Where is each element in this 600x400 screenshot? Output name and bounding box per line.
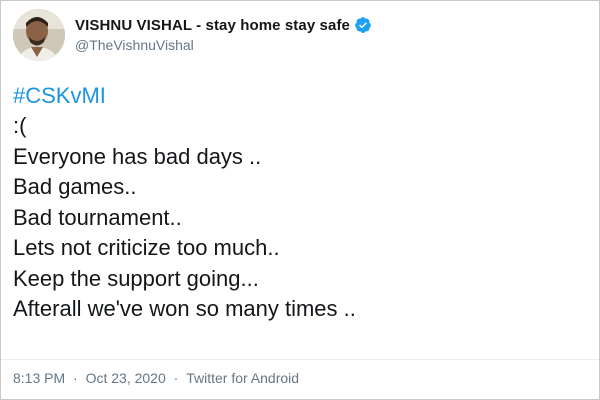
tweet-source[interactable]: Twitter for Android	[186, 370, 299, 386]
author-block: VISHNU VISHAL - stay home stay safe @The…	[75, 15, 372, 53]
tweet-date[interactable]: Oct 23, 2020	[86, 370, 166, 386]
tweet-text: #CSKvMI :( Everyone has bad days .. Bad …	[13, 81, 587, 325]
tweet-card: VISHNU VISHAL - stay home stay safe @The…	[0, 0, 600, 400]
avatar-image	[13, 9, 65, 61]
tweet-line: :(	[13, 113, 27, 138]
tweet-line: Bad games..	[13, 174, 137, 199]
meta-separator: ·	[73, 370, 78, 386]
verified-badge-icon	[354, 16, 372, 34]
divider	[1, 359, 599, 360]
tweet-line: Bad tournament..	[13, 204, 182, 230]
tweet-line: Everyone has bad days ..	[13, 143, 262, 169]
author-handle[interactable]: @TheVishnuVishal	[75, 37, 372, 53]
tweet-line: Keep the support going...	[13, 265, 259, 291]
tweet-time[interactable]: 8:13 PM	[13, 370, 65, 386]
author-name-row: VISHNU VISHAL - stay home stay safe	[75, 15, 372, 35]
tweet-meta: 8:13 PM · Oct 23, 2020 · Twitter for And…	[13, 370, 299, 386]
tweet-line: Lets not criticize too much..	[13, 235, 280, 260]
hashtag-link[interactable]: #CSKvMI	[13, 81, 587, 111]
tweet-header: VISHNU VISHAL - stay home stay safe @The…	[13, 9, 587, 63]
meta-separator: ·	[173, 370, 179, 386]
author-display-name[interactable]: VISHNU VISHAL - stay home stay safe	[75, 17, 350, 34]
tweet-line: Afterall we've won so many times ..	[13, 296, 356, 321]
avatar[interactable]	[13, 9, 65, 61]
